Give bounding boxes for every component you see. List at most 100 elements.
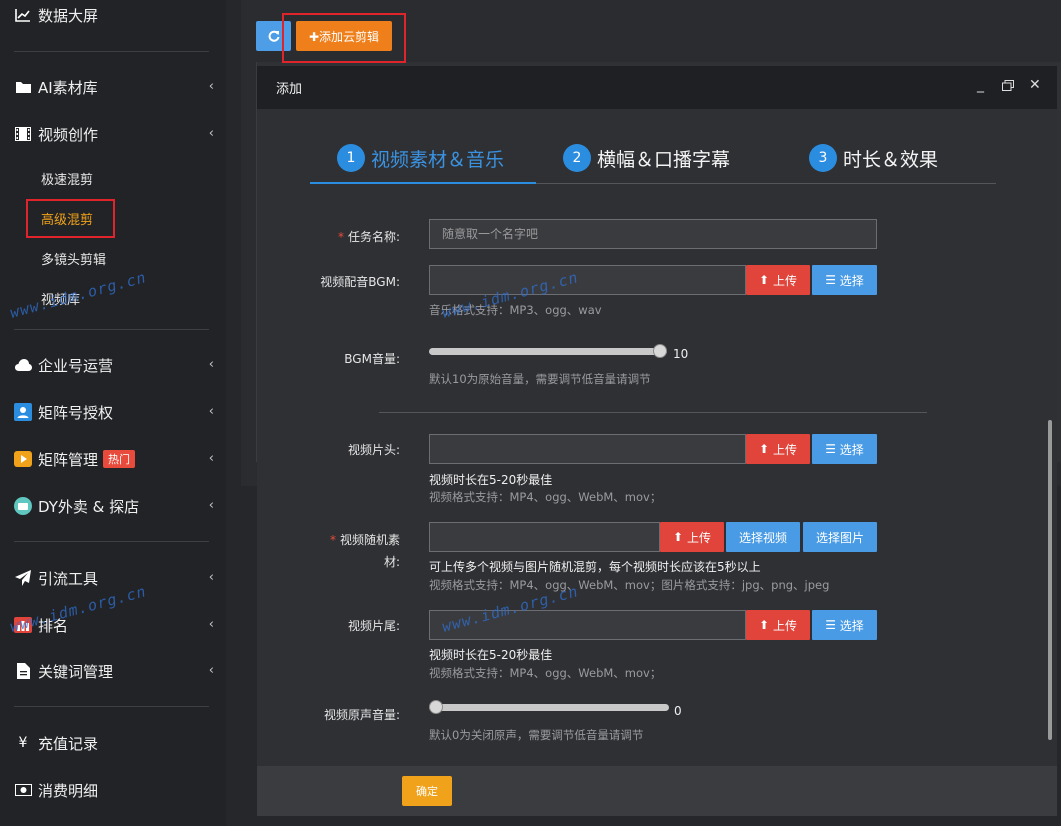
chevron-left-icon: ‹ — [208, 663, 214, 678]
upload-icon: ⬆ — [759, 442, 770, 456]
sidebar: 数据大屏 AI素材库 ‹ 视频创作 ‹ 极速混剪 高级混剪 多镜头剪辑 视频库 … — [0, 0, 226, 826]
upload-icon: ⬆ — [759, 618, 770, 632]
step-number: 1 — [337, 144, 365, 172]
sidebar-item-ai-library[interactable]: AI素材库 ‹ — [14, 72, 214, 102]
yen-icon: ¥ — [18, 735, 28, 751]
sidebar-item-dy-store[interactable]: DY外卖 & 探店 ‹ — [14, 491, 214, 521]
hot-badge: 热门 — [103, 450, 136, 468]
divider — [14, 329, 209, 330]
sidebar-item-matrix-auth[interactable]: 矩阵号授权 ‹ — [14, 397, 214, 427]
sidebar-item-label: 消费明细 — [38, 781, 99, 800]
tab-step-1[interactable]: 1 视频素材＆音乐 — [337, 144, 504, 172]
outro-choose-button[interactable]: ☰ 选择 — [812, 610, 877, 640]
bgm-input[interactable] — [429, 265, 746, 295]
task-name-label: * 任务名称: — [337, 230, 400, 244]
step-number: 2 — [563, 144, 591, 172]
paper-plane-icon — [14, 569, 32, 587]
task-name-input[interactable] — [429, 219, 877, 249]
sidebar-item-label: 关键词管理 — [38, 662, 114, 681]
upload-icon: ⬆ — [759, 273, 770, 287]
intro-input[interactable] — [429, 434, 746, 464]
chevron-left-icon: ‹ — [208, 617, 214, 632]
chevron-left-icon: ‹ — [208, 451, 214, 466]
user-card-icon — [14, 403, 32, 421]
sidebar-item-label: 矩阵管理 — [38, 450, 99, 469]
orig-volume-slider[interactable] — [429, 704, 669, 711]
sidebar-subitem-multi-cam[interactable]: 多镜头剪辑 — [41, 249, 106, 268]
intro-upload-button[interactable]: ⬆ 上传 — [746, 434, 810, 464]
bgm-label: 视频配音BGM: — [320, 275, 400, 289]
bgm-volume-slider[interactable] — [429, 348, 667, 355]
random-format-hint: 视频格式支持：MP4、ogg、WebM、mov；图片格式支持：jpg、png、j… — [429, 578, 830, 592]
sidebar-item-matrix-mgmt[interactable]: 矩阵管理 热门 ‹ — [14, 444, 214, 474]
divider — [14, 51, 209, 52]
chevron-left-icon: ‹ — [208, 357, 214, 372]
section-divider — [379, 412, 927, 413]
play-icon — [14, 450, 32, 468]
sidebar-item-enterprise[interactable]: 企业号运营 ‹ — [14, 350, 214, 380]
outro-duration-hint: 视频时长在5-20秒最佳 — [429, 648, 553, 662]
list-icon: ☰ — [825, 442, 836, 456]
divider — [14, 706, 209, 707]
random-mix-hint: 可上传多个视频与图片随机混剪，每个视频时长应该在5秒以上 — [429, 560, 761, 574]
chevron-left-icon: ‹ — [208, 498, 214, 513]
active-step-indicator — [310, 182, 536, 184]
bgm-choose-button[interactable]: ☰ 选择 — [812, 265, 877, 295]
random-material-input[interactable] — [429, 522, 660, 552]
sidebar-item-video-creation[interactable]: 视频创作 ‹ — [14, 119, 214, 149]
list-icon: ☰ — [825, 618, 836, 632]
sidebar-item-recharge[interactable]: ¥ 充值记录 — [14, 728, 214, 758]
sidebar-item-label: 视频创作 — [38, 125, 99, 144]
sidebar-item-consumption[interactable]: 消费明细 — [14, 775, 214, 805]
folder-icon — [14, 78, 32, 96]
minimize-icon[interactable]: _ — [977, 77, 984, 93]
sidebar-item-label: DY外卖 & 探店 — [38, 497, 140, 516]
chevron-down-icon: ‹ — [208, 126, 214, 141]
line-chart-icon — [14, 6, 32, 24]
sidebar-item-label: AI素材库 — [38, 78, 98, 97]
document-icon — [14, 662, 32, 680]
money-icon — [14, 781, 32, 799]
outro-format-hint: 视频格式支持：MP4、ogg、WebM、mov； — [429, 666, 662, 680]
sidebar-subitem-fast-mix[interactable]: 极速混剪 — [41, 169, 93, 188]
modal-header: 添加 _ ✕ — [257, 66, 1057, 109]
sidebar-item-label: 引流工具 — [38, 569, 99, 588]
sidebar-item-keyword-mgmt[interactable]: 关键词管理 ‹ — [14, 656, 214, 686]
close-icon[interactable]: ✕ — [1029, 77, 1041, 93]
film-icon — [14, 125, 32, 143]
cloud-icon — [14, 356, 32, 374]
tab-step-3[interactable]: 3 时长＆效果 — [809, 144, 938, 172]
orig-volume-value: 0 — [674, 704, 682, 718]
sidebar-item-traffic-tools[interactable]: 引流工具 ‹ — [14, 563, 214, 593]
step-label: 横幅＆口播字幕 — [597, 148, 731, 171]
modal-title: 添加 — [276, 82, 303, 97]
outro-label: 视频片尾: — [347, 619, 400, 633]
outro-upload-button[interactable]: ⬆ 上传 — [746, 610, 810, 640]
sidebar-item-label: 充值记录 — [38, 734, 99, 753]
list-icon: ☰ — [825, 273, 836, 287]
upload-icon: ⬆ — [673, 530, 684, 544]
orig-volume-handle[interactable] — [429, 700, 443, 714]
choose-video-button[interactable]: 选择视频 — [726, 522, 800, 552]
tab-step-2[interactable]: 2 横幅＆口播字幕 — [563, 144, 730, 172]
modal-footer: 确定 — [257, 766, 1057, 816]
intro-label: 视频片头: — [347, 443, 400, 457]
sidebar-item-label: 矩阵号授权 — [38, 403, 114, 422]
step-number: 3 — [809, 144, 837, 172]
intro-choose-button[interactable]: ☰ 选择 — [812, 434, 877, 464]
maximize-icon[interactable] — [1002, 79, 1014, 95]
highlight-box — [282, 13, 406, 63]
add-modal: 添加 _ ✕ 1 视频素材＆音乐 2 横幅＆口播字幕 3 时长＆效果 * 任务名称… — [257, 66, 1057, 816]
random-upload-button[interactable]: ⬆ 上传 — [660, 522, 724, 552]
bgm-volume-handle[interactable] — [653, 344, 667, 358]
bgm-upload-button[interactable]: ⬆ 上传 — [746, 265, 810, 295]
orig-volume-label: 视频原声音量: — [323, 708, 400, 722]
bgm-volume-label: BGM音量: — [344, 352, 400, 366]
intro-duration-hint: 视频时长在5-20秒最佳 — [429, 473, 553, 487]
sidebar-item-dashboard[interactable]: 数据大屏 — [14, 0, 214, 30]
modal-scrollbar[interactable] — [1048, 420, 1052, 740]
choose-image-button[interactable]: 选择图片 — [803, 522, 877, 552]
chevron-left-icon: ‹ — [208, 79, 214, 94]
confirm-button[interactable]: 确定 — [402, 776, 452, 806]
bgm-volume-value: 10 — [673, 347, 689, 361]
